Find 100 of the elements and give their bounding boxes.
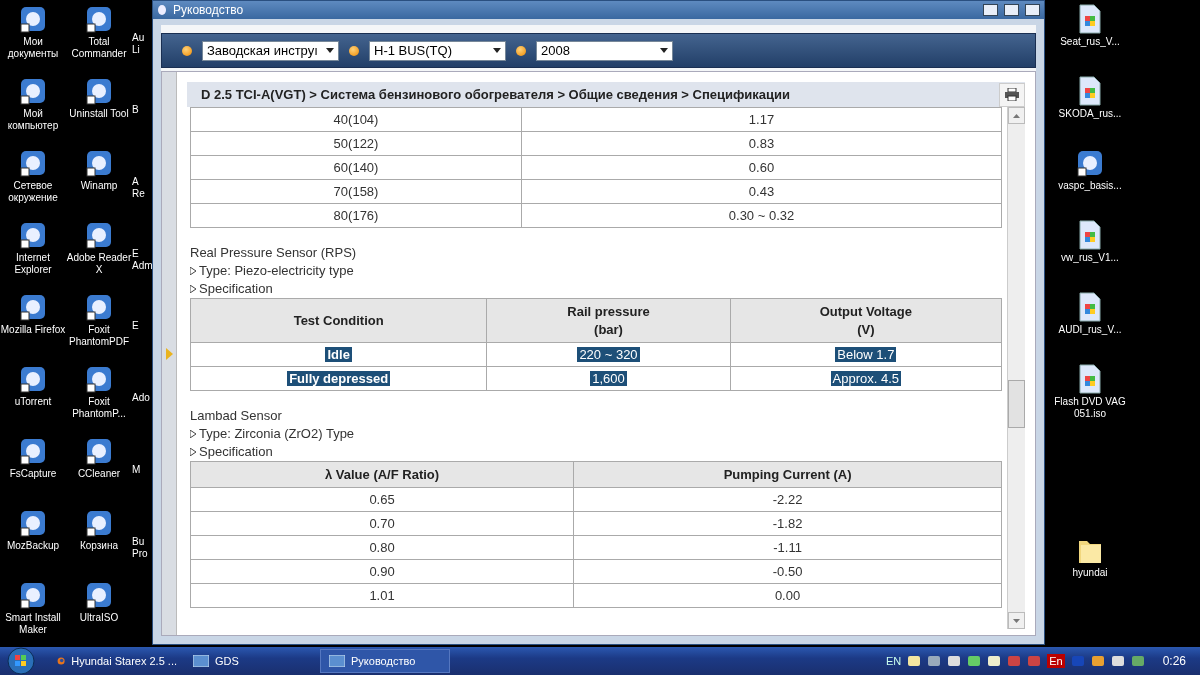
desktop-icon-label[interactable]: Uninstall Tool xyxy=(69,108,129,120)
taskbar-button[interactable]: Руководство xyxy=(320,649,450,673)
desktop-icon-label[interactable]: CCleaner xyxy=(77,468,121,480)
breadcrumb: D 2.5 TCI-A(VGT) > Система бензинового обогревателя > Общие сведения > Спецификации xyxy=(201,87,791,102)
desktop-icon-label[interactable]: Internet Explorer xyxy=(14,252,52,276)
caret-icon xyxy=(493,48,501,53)
table-cell: 50(122) xyxy=(190,131,522,156)
taskbar-button[interactable]: Hyundai Starex 2.5 ... xyxy=(48,649,178,673)
scroll-up-icon[interactable] xyxy=(1013,113,1020,118)
restore-button[interactable] xyxy=(983,4,998,16)
selected-text: Approx. 4.5 xyxy=(830,371,902,386)
file-icon xyxy=(1078,220,1102,250)
table-cell: 0.83 xyxy=(521,131,1002,156)
bullet-text: Type: Zirconia (ZrO2) Type xyxy=(199,425,355,443)
printer-icon xyxy=(1005,88,1019,101)
dropdown[interactable]: Заводская инструı xyxy=(202,40,339,61)
tray-icon[interactable] xyxy=(987,654,1002,668)
bullet-icon xyxy=(190,448,196,456)
column-header: Pumping Current (A) xyxy=(573,461,1002,488)
selected-text: Below 1.7 xyxy=(835,347,897,362)
app-icon xyxy=(329,655,345,667)
desktop-icon-label[interactable]: Mozilla Firefox xyxy=(0,324,66,336)
selected-text: 220 ~ 320 xyxy=(577,347,640,362)
app-icon xyxy=(18,436,48,466)
app-icon xyxy=(1075,148,1105,178)
app-icon xyxy=(84,148,114,178)
table-cell: 0.30 ~ 0.32 xyxy=(521,203,1002,228)
table-cell: -1.82 xyxy=(573,511,1002,536)
desktop-icon-label[interactable]: MozBackup xyxy=(6,540,60,552)
app-icon xyxy=(84,508,114,538)
app-icon xyxy=(18,508,48,538)
selected-text: Fully depressed xyxy=(287,371,391,386)
print-button[interactable] xyxy=(999,82,1025,107)
desktop-icon-label[interactable]: Bu Pro xyxy=(132,536,148,560)
desktop-icon-label[interactable]: Ado xyxy=(132,392,150,404)
close-button[interactable] xyxy=(1025,4,1040,16)
desktop-icon-label[interactable]: Total Commander xyxy=(71,36,127,60)
dropdown[interactable]: 2008 xyxy=(536,40,673,61)
desktop-icon-label[interactable]: uTorrent xyxy=(14,396,52,408)
bullet-icon xyxy=(190,285,196,293)
table-cell: 1.01 xyxy=(190,583,574,608)
section-heading: Lambad Sensor xyxy=(190,407,283,425)
taskbar-button[interactable]: GDS xyxy=(184,649,314,673)
desktop-icon-label[interactable]: Корзина xyxy=(79,540,119,552)
bullet-icon xyxy=(190,267,196,275)
scrollbar[interactable] xyxy=(1007,107,1025,629)
column-header: Rail pressure (bar) xyxy=(486,298,731,343)
scrollbar-thumb[interactable] xyxy=(1008,380,1025,428)
desktop-icon-label[interactable]: Foxit PhantomPDF xyxy=(69,324,129,348)
desktop-icon-label[interactable]: E Adm xyxy=(132,248,153,272)
scroll-down-icon[interactable] xyxy=(1013,618,1020,623)
app-icon xyxy=(157,4,167,16)
desktop-icon-label[interactable]: AUDI_rus_V... xyxy=(1058,324,1122,336)
desktop-icon-label[interactable]: B xyxy=(132,104,139,116)
bullet-text: Specification xyxy=(199,280,273,298)
table-cell: 70(158) xyxy=(190,179,522,204)
desktop-icon-label[interactable]: Flash DVD VAG 051.iso xyxy=(1054,396,1126,420)
desktop-icon-label[interactable]: Au Li xyxy=(132,32,145,56)
selected-text: 1,600 xyxy=(590,371,627,386)
desktop-icon-label[interactable]: FsCapture xyxy=(9,468,57,480)
desktop-icon-label[interactable]: UltraISO xyxy=(79,612,119,624)
tray-icon[interactable] xyxy=(1090,654,1105,668)
language-indicator[interactable]: En xyxy=(1047,654,1065,668)
desktop-icon-label[interactable]: vaspc_basis... xyxy=(1058,180,1122,192)
tray-icon[interactable] xyxy=(1130,654,1145,668)
app-icon xyxy=(84,220,114,250)
desktop-icon-label[interactable]: Сетевое окружение xyxy=(8,180,58,204)
desktop-icon-label[interactable]: Foxit PhantomP... xyxy=(72,396,126,420)
table-cell: 80(176) xyxy=(190,203,522,228)
desktop-icon-label[interactable]: Мой компьютер xyxy=(7,108,59,132)
bullet-text: Type: Piezo-electricity type xyxy=(199,262,354,280)
bullet-icon xyxy=(190,430,196,438)
desktop-icon-label[interactable]: Мои документы xyxy=(7,36,59,60)
desktop-icon-label[interactable]: A Re xyxy=(132,176,145,200)
app-icon xyxy=(84,364,114,394)
desktop-icon-label[interactable]: hyundai xyxy=(1072,567,1108,579)
app-icon xyxy=(18,292,48,322)
table-cell: -2.22 xyxy=(573,487,1002,512)
language-indicator[interactable]: EN xyxy=(885,655,902,667)
desktop-icon-label[interactable]: Winamp xyxy=(80,180,118,192)
desktop-icon-label[interactable]: Smart Install Maker xyxy=(5,612,61,636)
column-header: λ Value (A/F Ratio) xyxy=(190,461,574,488)
desktop-icon-label[interactable]: E xyxy=(132,320,139,332)
bullet-text: Specification xyxy=(199,443,273,461)
table-cell: 0.90 xyxy=(190,559,574,584)
dropdown[interactable]: H-1 BUS(TQ) xyxy=(369,40,506,61)
table-cell: -1.11 xyxy=(573,535,1002,560)
tray-icon[interactable] xyxy=(927,654,942,668)
desktop-icon-label[interactable]: vw_rus_V1... xyxy=(1061,252,1119,264)
minimize-button[interactable] xyxy=(1004,4,1019,16)
window-title: Руководство xyxy=(173,3,245,17)
app-icon xyxy=(84,4,114,34)
file-icon xyxy=(1078,364,1102,394)
start-button[interactable] xyxy=(6,647,36,675)
desktop-icon-label[interactable]: Adobe Reader X xyxy=(66,252,132,276)
desktop-icon-label[interactable]: M xyxy=(132,464,141,476)
desktop-icon-label[interactable]: Seat_rus_V... xyxy=(1060,36,1120,48)
table-cell: 0.43 xyxy=(521,179,1002,204)
desktop-icon-label[interactable]: SKODA_rus... xyxy=(1058,108,1122,120)
table-cell: 0.70 xyxy=(190,511,574,536)
